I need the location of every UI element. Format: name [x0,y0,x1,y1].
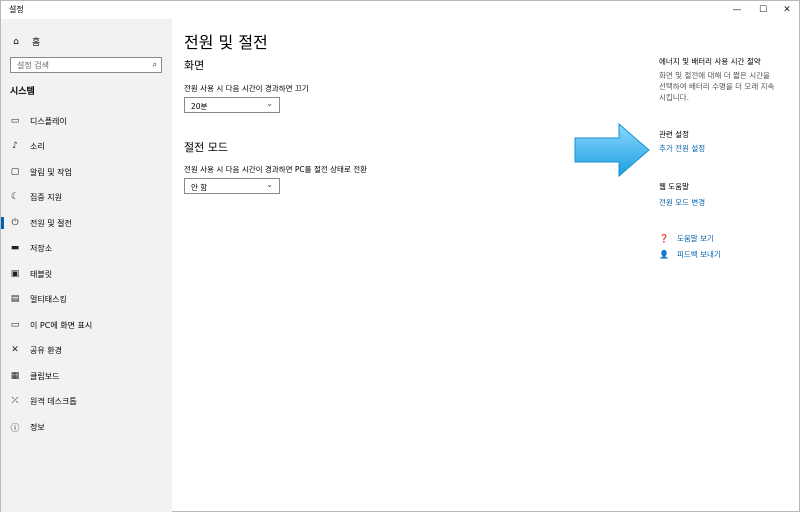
chevron-down-icon: ⌄ [266,99,273,108]
sidebar-item-tablet[interactable]: ▣ 태블릿 [1,263,172,285]
sidebar-item-focus-assist[interactable]: ☾ 집중 지원 [1,186,172,208]
sidebar-item-label: 원격 데스크톱 [30,396,77,406]
section-title: 시스템 [10,87,35,97]
sidebar-item-label: 소리 [30,141,45,151]
energy-line: 선택하여 배터리 수명을 더 오래 지속 [659,82,775,91]
sidebar: ⌂ 홈 설정 검색 ⌕ 시스템 ▭ 디스플레이 ♪ 소리 ▢ 알림 및 작업 ☾… [1,19,172,512]
home-link[interactable]: ⌂ 홈 [10,35,41,49]
search-input[interactable]: 설정 검색 ⌕ [10,57,162,73]
sidebar-item-sound[interactable]: ♪ 소리 [1,135,172,157]
dropdown-value: 안 함 [191,183,208,192]
monitor-icon: ▭ [10,116,20,126]
energy-line: 시킵니다. [659,93,689,102]
sidebar-item-label: 태블릿 [30,269,53,279]
energy-title: 에너지 및 배터리 사용 시간 절약 [659,57,761,66]
sidebar-item-multitasking[interactable]: ▤ 멀티태스킹 [1,288,172,310]
change-power-mode-link[interactable]: 전원 모드 변경 [659,197,705,208]
storage-icon: ▬ [10,243,20,253]
feedback-icon: 👤 [659,250,669,259]
info-icon: ⓘ [10,423,20,434]
related-settings-title: 관련 설정 [659,130,689,139]
sidebar-item-about[interactable]: ⓘ 정보 [1,416,172,438]
notification-icon: ▢ [10,167,20,177]
send-feedback-label: 피드백 보내기 [677,250,721,259]
sidebar-item-project[interactable]: ▭ 이 PC에 화면 표시 [1,314,172,336]
sidebar-item-label: 저장소 [30,243,53,253]
app-title: 설정 [9,5,24,14]
home-icon: ⌂ [13,36,19,47]
sidebar-item-label: 알림 및 작업 [30,167,72,177]
energy-line: 화면 및 절전에 대해 더 짧은 시간을 [659,71,770,80]
sidebar-item-label: 멀티태스킹 [30,294,67,304]
screen-timeout-dropdown[interactable]: 20분 ⌄ [184,97,280,113]
screen-timeout-label: 전원 사용 시 다음 시간이 경과하면 끄기 [184,84,309,93]
sidebar-item-clipboard[interactable]: ▦ 클립보드 [1,365,172,387]
speaker-icon: ♪ [12,141,18,151]
search-icon[interactable]: ⌕ [153,60,157,70]
main-content: 전원 및 절전 화면 전원 사용 시 다음 시간이 경과하면 끄기 20분 ⌄ … [172,19,632,509]
pointer-arrow-icon [574,122,650,178]
get-help-label: 도움말 보기 [677,234,714,243]
search-placeholder: 설정 검색 [17,61,49,70]
sidebar-item-display[interactable]: ▭ 디스플레이 [1,110,172,132]
sleep-timeout-label: 전원 사용 시 다음 시간이 경과하면 PC를 절전 상태로 전환 [184,165,368,174]
sidebar-item-label: 클립보드 [30,371,60,381]
minimize-button[interactable]: — [723,1,751,19]
dropdown-value: 20분 [191,102,208,111]
chevron-down-icon: ⌄ [266,180,273,189]
sidebar-item-label: 집중 지원 [30,192,62,202]
sleep-heading: 절전 모드 [184,141,228,154]
settings-window: 설정 — ☐ ✕ ⌂ 홈 설정 검색 ⌕ 시스템 ▭ 디스플레이 ♪ 소리 ▢ … [0,0,800,512]
multitasking-icon: ▤ [10,294,20,304]
shared-experience-icon: ✕ [11,345,19,355]
sidebar-item-shared-experience[interactable]: ✕ 공유 환경 [1,339,172,361]
close-button[interactable]: ✕ [773,1,800,19]
screen-heading: 화면 [184,59,205,72]
clipboard-icon: ▦ [10,371,20,381]
sidebar-item-notifications[interactable]: ▢ 알림 및 작업 [1,161,172,183]
additional-power-settings-link[interactable]: 추가 전원 설정 [659,143,705,154]
title-bar: 설정 — ☐ ✕ [1,1,799,19]
get-help-link[interactable]: ❓ 도움말 보기 [659,233,714,244]
sidebar-item-storage[interactable]: ▬ 저장소 [1,237,172,259]
sidebar-item-label: 디스플레이 [30,116,67,126]
energy-description: 화면 및 절전에 대해 더 짧은 시간을 선택하여 배터리 수명을 더 오래 지… [659,70,789,103]
remote-desktop-icon: ⤫ [11,396,19,406]
sidebar-item-power-sleep[interactable]: ⏻ 전원 및 절전 [1,212,172,234]
sleep-timeout-dropdown[interactable]: 안 함 ⌄ [184,178,280,194]
tablet-icon: ▣ [10,269,20,279]
sidebar-item-label: 정보 [30,422,45,432]
power-icon: ⏻ [11,218,19,228]
help-icon: ❓ [659,234,669,243]
send-feedback-link[interactable]: 👤 피드백 보내기 [659,249,721,260]
sidebar-item-remote-desktop[interactable]: ⤫ 원격 데스크톱 [1,390,172,412]
project-icon: ▭ [10,320,20,330]
sidebar-item-label: 전원 및 절전 [30,218,72,228]
focus-assist-icon: ☾ [10,192,20,202]
sidebar-item-label: 공유 환경 [30,345,62,355]
web-help-title: 웹 도움말 [659,182,689,191]
page-title: 전원 및 절전 [184,33,268,52]
home-label: 홈 [32,38,41,48]
sidebar-item-label: 이 PC에 화면 표시 [30,320,93,330]
